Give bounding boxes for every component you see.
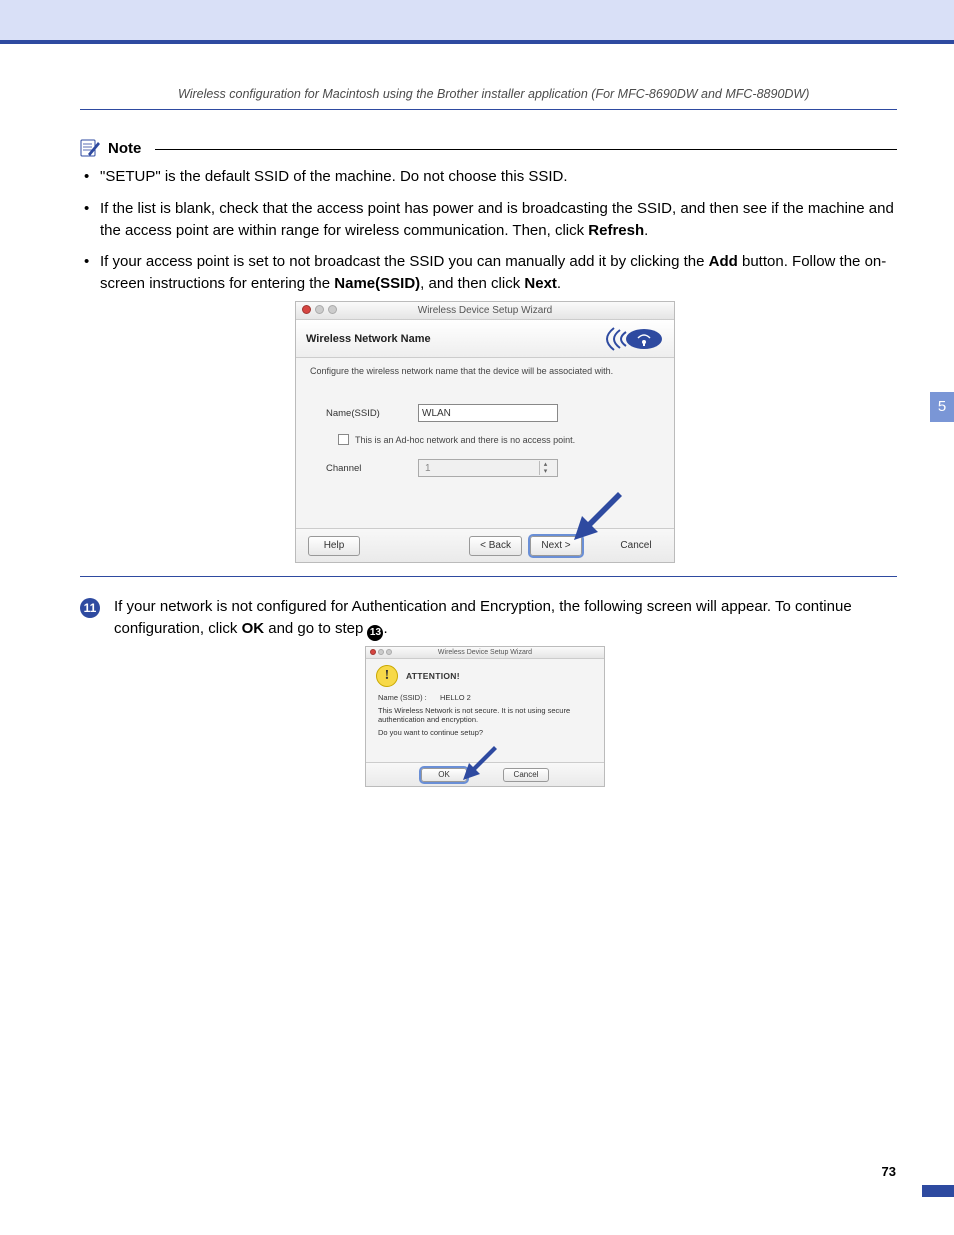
wireless-name-dialog: Wireless Device Setup Wizard Wireless Ne…	[295, 301, 675, 563]
header-underline	[80, 109, 897, 110]
dialog2-titlebar: Wireless Device Setup Wizard	[366, 647, 604, 659]
adhoc-label: This is an Ad-hoc network and there is n…	[355, 435, 575, 445]
ssid-value-2: HELLO 2	[440, 693, 471, 702]
cancel-button[interactable]: Cancel	[610, 536, 662, 556]
mac-window-controls[interactable]	[302, 305, 337, 314]
select-stepper-icon: ▴▾	[539, 461, 551, 475]
page-top-bar	[0, 0, 954, 40]
footer-accent	[922, 1185, 954, 1197]
ssid-label-2: Name (SSID) :	[378, 693, 434, 702]
step-11-text: If your network is not configured for Au…	[114, 596, 897, 641]
mac-window-controls[interactable]	[370, 649, 392, 655]
next-button[interactable]: Next >	[530, 536, 582, 556]
note-block: Note "SETUP" is the default SSID of the …	[80, 138, 897, 305]
cancel-button-2[interactable]: Cancel	[503, 768, 549, 782]
ssid-input[interactable]: WLAN	[418, 404, 558, 422]
continue-question: Do you want to continue setup?	[378, 728, 592, 737]
channel-select: 1 ▴▾	[418, 459, 558, 477]
note-icon	[80, 138, 102, 158]
dialog-title-text: Wireless Device Setup Wizard	[418, 305, 552, 316]
page-top-rule	[0, 40, 954, 44]
dialog-titlebar: Wireless Device Setup Wizard	[296, 302, 674, 320]
note-label: Note	[108, 140, 141, 157]
ok-button[interactable]: OK	[421, 768, 467, 782]
attention-dialog: Wireless Device Setup Wizard ! ATTENTION…	[365, 646, 605, 787]
page-number: 73	[882, 1164, 896, 1179]
attention-label: ATTENTION!	[406, 671, 460, 681]
ssid-label: Name(SSID)	[310, 408, 410, 419]
security-warning-text: This Wireless Network is not secure. It …	[378, 706, 592, 724]
dialog-heading: Wireless Network Name	[306, 333, 431, 345]
adhoc-checkbox[interactable]	[338, 434, 349, 445]
channel-label: Channel	[310, 463, 410, 474]
step-11: 11 If your network is not configured for…	[80, 596, 897, 641]
note-bullet-3: If your access point is set to not broad…	[98, 251, 897, 295]
note-bullet-1: "SETUP" is the default SSID of the machi…	[98, 166, 897, 188]
chapter-tab: 5	[930, 392, 954, 422]
section-divider	[80, 576, 897, 577]
warning-icon: !	[376, 665, 398, 687]
note-rule	[155, 149, 897, 150]
dialog-instruction: Configure the wireless network name that…	[310, 366, 660, 376]
step-ref-badge: 13	[367, 625, 383, 641]
dialog2-title-text: Wireless Device Setup Wizard	[438, 649, 532, 656]
page-header-text: Wireless configuration for Macintosh usi…	[178, 87, 898, 101]
note-bullet-2: If the list is blank, check that the acc…	[98, 198, 897, 242]
back-button[interactable]: < Back	[469, 536, 522, 556]
step-number-badge: 11	[80, 598, 100, 618]
help-button[interactable]: Help	[308, 536, 360, 556]
brother-wifi-logo	[582, 324, 664, 354]
